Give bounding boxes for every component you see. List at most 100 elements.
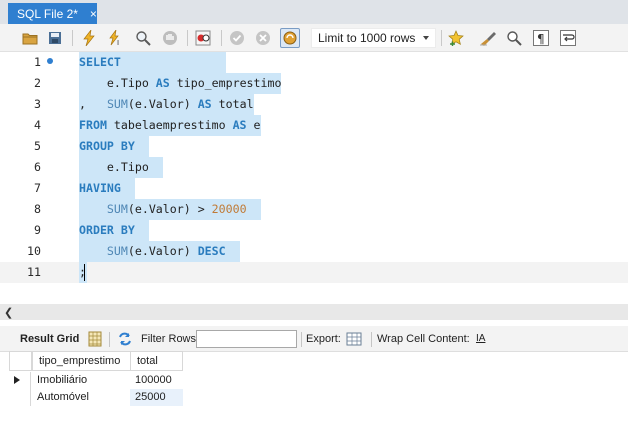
editor-line: 3 , SUM(e.Valor) AS total — [0, 94, 628, 115]
refresh-arrows-icon[interactable] — [116, 330, 134, 348]
add-snippet-star-icon[interactable] — [447, 29, 465, 47]
statement-marker-icon — [47, 58, 53, 64]
code-text: SUM(e.Valor) DESC — [79, 241, 240, 262]
toolbar-separator — [187, 30, 188, 46]
code-text: SUM(e.Valor) > 20000 — [79, 199, 261, 220]
keyword: FROM — [79, 118, 107, 132]
alias: e — [253, 118, 261, 132]
line-number: 8 — [34, 202, 41, 216]
row-indicator[interactable] — [9, 389, 31, 406]
beautify-brush-icon[interactable] — [479, 29, 497, 47]
function: SUM — [106, 97, 128, 111]
code-text: FROM tabelaemprestimo AS e — [79, 115, 261, 136]
stop-hand-icon[interactable] — [161, 29, 179, 47]
tab-sql-file-2[interactable]: SQL File 2* × — [8, 3, 97, 24]
keyword: DESC — [197, 244, 226, 258]
toolbar-separator — [441, 30, 442, 46]
keyword: AS — [197, 97, 212, 111]
sql-editor[interactable]: 1 SELECT 2 e.Tipo AS tipo_emprestimo 3 ,… — [0, 52, 628, 304]
line-number: 1 — [34, 55, 41, 69]
rollback-x-icon[interactable] — [254, 29, 272, 47]
line-number: 11 — [27, 265, 41, 279]
line-number: 6 — [34, 160, 41, 174]
svg-text:I: I — [117, 39, 119, 46]
column-ref: e.Tipo — [106, 160, 149, 174]
column-header-tipo-emprestimo[interactable]: tipo_emprestimo — [32, 351, 131, 371]
table-name: tabelaemprestimo — [113, 118, 226, 132]
wrap-cell-content-label: Wrap Cell Content: — [377, 333, 470, 345]
line-number: 4 — [34, 118, 41, 132]
editor-line: 7 HAVING — [0, 178, 628, 199]
limit-rows-value: Limit to 1000 rows — [318, 31, 416, 45]
toolbar-separator — [221, 30, 222, 46]
chevron-down-icon — [423, 36, 429, 40]
text-cursor — [84, 264, 85, 281]
result-grid-tab[interactable]: Result Grid — [20, 333, 79, 345]
toolbar-separator — [371, 332, 372, 347]
current-row-arrow-icon — [14, 376, 20, 384]
horizontal-scrollbar[interactable]: ❮ — [0, 304, 628, 320]
alias: tipo_emprestimo — [176, 76, 282, 90]
column-header-total[interactable]: total — [130, 351, 183, 371]
editor-line: 9 ORDER BY — [0, 220, 628, 241]
find-magnifier-icon[interactable] — [505, 29, 523, 47]
grid-view-icon[interactable] — [86, 330, 104, 348]
row-indicator[interactable] — [9, 372, 31, 389]
explain-magnifier-icon[interactable] — [134, 29, 152, 47]
keyword: ORDER BY — [79, 223, 135, 237]
function: SUM — [106, 202, 128, 216]
column-ref: (e.Valor) — [127, 202, 191, 216]
limit-rows-select[interactable]: Limit to 1000 rows — [311, 28, 436, 48]
keyword: GROUP BY — [79, 139, 135, 153]
word-wrap-icon[interactable] — [559, 29, 577, 47]
column-ref: (e.Valor) — [127, 97, 191, 111]
editor-line: 8 SUM(e.Valor) > 20000 — [0, 199, 628, 220]
editor-line: 2 e.Tipo AS tipo_emprestimo — [0, 73, 628, 94]
execute-lightning-icon[interactable] — [80, 29, 98, 47]
keyword: SELECT — [79, 55, 121, 69]
tab-strip: SQL File 2* × — [0, 0, 628, 24]
toolbar-separator — [109, 332, 110, 347]
code-text: , SUM(e.Valor) AS total — [79, 94, 254, 115]
filter-rows-input[interactable] — [196, 330, 297, 348]
invisible-chars-pilcrow-icon[interactable]: ¶ — [532, 29, 550, 47]
column-ref: (e.Valor) — [127, 244, 191, 258]
editor-line: 6 e.Tipo — [0, 157, 628, 178]
svg-text:¶: ¶ — [537, 32, 545, 46]
line-number: 9 — [34, 223, 41, 237]
filter-rows-label: Filter Rows: — [141, 333, 200, 345]
commit-check-icon[interactable] — [228, 29, 246, 47]
wrap-cell-content-icon[interactable]: IA — [476, 333, 485, 344]
auto-commit-toggle-icon[interactable] — [280, 28, 300, 48]
table-cell[interactable]: 25000 — [130, 389, 183, 406]
toggle-stop-on-error-icon[interactable] — [194, 29, 212, 47]
code-text: e.Tipo AS tipo_emprestimo — [79, 73, 282, 94]
table-cell[interactable]: 100000 — [130, 372, 183, 389]
close-icon[interactable]: × — [90, 7, 97, 21]
result-toolbar: Result Grid Filter Rows: Export: Wrap Ce… — [0, 326, 628, 352]
column-ref: e.Tipo — [106, 76, 149, 90]
code-text: SELECT — [79, 52, 226, 73]
editor-line-current: 11 ; — [0, 262, 628, 283]
code-text: HAVING — [79, 178, 135, 199]
execute-current-statement-icon[interactable]: I — [106, 29, 124, 47]
line-number: 5 — [34, 139, 41, 153]
keyword: AS — [155, 76, 170, 90]
line-number: 3 — [34, 97, 41, 111]
save-icon[interactable] — [46, 29, 64, 47]
line-number: 7 — [34, 181, 41, 195]
sql-editor-toolbar: I Limit to 1000 rows ¶ — [0, 24, 628, 52]
row-indicator-header — [9, 351, 32, 371]
editor-line: 4 FROM tabelaemprestimo AS e — [0, 115, 628, 136]
line-number: 2 — [34, 76, 41, 90]
export-icon[interactable] — [346, 330, 364, 348]
open-folder-icon[interactable] — [21, 29, 39, 47]
toolbar-separator — [301, 332, 302, 347]
code-text: e.Tipo — [79, 157, 163, 178]
table-cell[interactable]: Imobiliário — [32, 372, 130, 389]
editor-line: 1 SELECT — [0, 52, 628, 73]
scroll-left-icon[interactable]: ❮ — [4, 306, 13, 319]
comma: , — [79, 97, 86, 111]
keyword: HAVING — [79, 181, 121, 195]
table-cell[interactable]: Automóvel — [32, 389, 130, 406]
